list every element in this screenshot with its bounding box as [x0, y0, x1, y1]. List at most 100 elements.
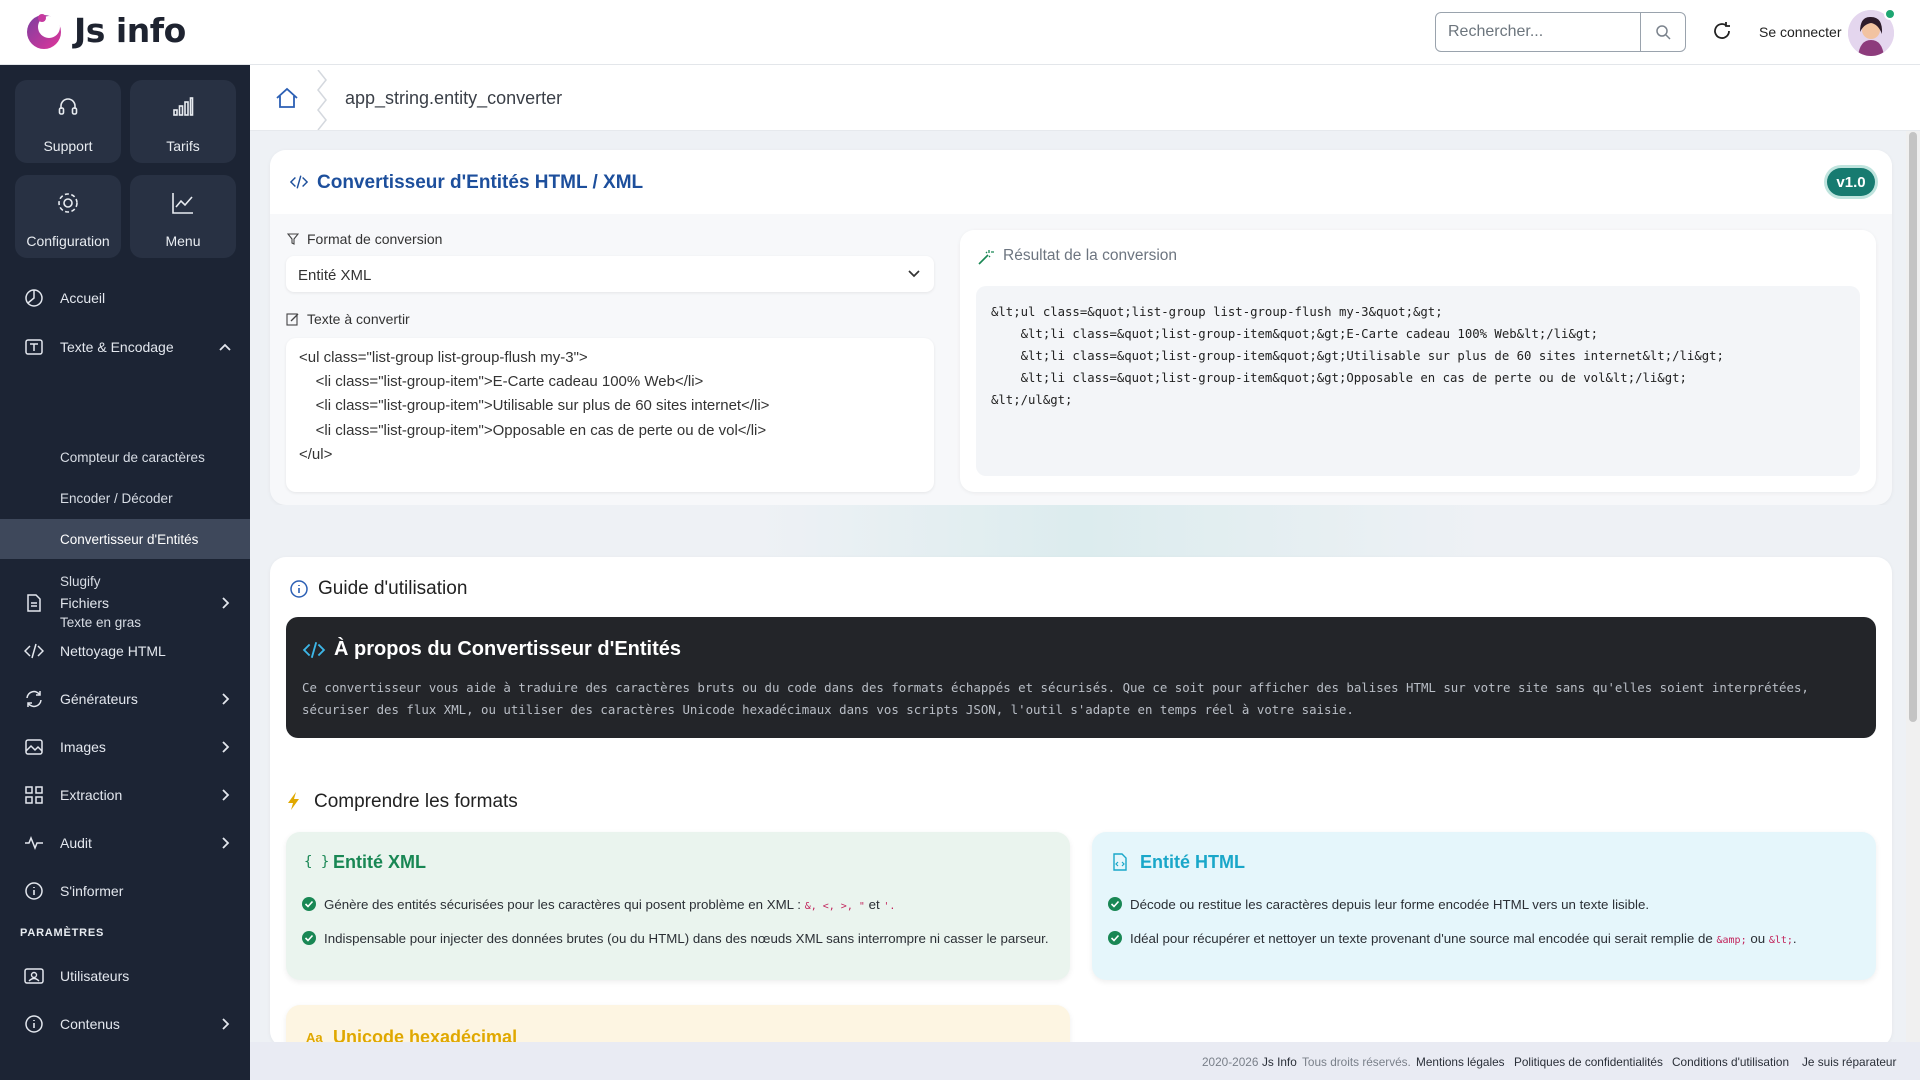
chevron-right-icon	[222, 837, 230, 849]
input-label: Texte à convertir	[307, 311, 410, 327]
online-status-indicator	[1884, 8, 1896, 20]
sidebar-subitem-encoder[interactable]: Encoder / Décoder	[0, 478, 250, 518]
sidebar-item-contenus[interactable]: Contenus	[0, 1004, 250, 1044]
xml-bullet-1: Génère des entités sécurisées pour les c…	[302, 897, 895, 912]
check-circle-icon	[1108, 931, 1122, 945]
footer-link-privacy[interactable]: Politiques de confidentialités	[1514, 1055, 1663, 1069]
sidebar-item-label: Accueil	[60, 290, 106, 306]
sidebar-item-label: Nettoyage HTML	[60, 643, 166, 659]
sidebar-item-label: Images	[60, 739, 106, 755]
inline-code: &amp;	[1716, 935, 1747, 946]
pulse-icon	[25, 835, 43, 851]
search-input[interactable]	[1436, 13, 1640, 51]
footer-link-terms[interactable]: Conditions d'utilisation	[1672, 1055, 1789, 1069]
sidebar-item-utilisateurs[interactable]: Utilisateurs	[0, 956, 250, 996]
filter-icon	[287, 233, 299, 245]
check-circle-icon	[302, 897, 316, 911]
login-link[interactable]: Se connecter	[1759, 24, 1842, 40]
sidebar-item-texte-encodage[interactable]: Texte & Encodage	[0, 327, 250, 367]
trend-chart-icon	[172, 193, 193, 214]
refresh-button[interactable]	[1710, 19, 1734, 48]
magic-wand-icon	[978, 250, 994, 265]
check-circle-icon	[1108, 897, 1122, 911]
sidebar-item-sinformer[interactable]: S'informer	[0, 871, 250, 911]
sidebar-item-audit[interactable]: Audit	[0, 823, 250, 863]
sidebar-item-label: Extraction	[60, 787, 123, 803]
result-label: Résultat de la conversion	[1003, 247, 1178, 264]
lightning-icon	[288, 792, 299, 810]
search-button[interactable]	[1640, 13, 1685, 51]
code-icon	[302, 642, 326, 658]
format-select[interactable]: Entité XML	[286, 256, 934, 292]
tile-tarifs[interactable]: Tarifs	[130, 80, 236, 163]
tile-support[interactable]: Support	[15, 80, 121, 163]
tile-menu[interactable]: Menu	[130, 175, 236, 258]
sidebar-item-extraction[interactable]: Extraction	[0, 775, 250, 815]
edit-icon	[286, 313, 299, 326]
footer: 2020-2026 Js Info Tous droits réservés. …	[250, 1042, 1920, 1080]
sidebar-item-label: Texte & Encodage	[60, 339, 174, 355]
chevron-right-icon	[222, 789, 230, 801]
grid-icon	[25, 786, 43, 804]
tile-label: Support	[43, 138, 93, 154]
footer-rights: Tous droits réservés.	[1302, 1055, 1411, 1069]
pie-chart-icon	[25, 289, 43, 307]
sidebar-item-label: S'informer	[60, 883, 124, 899]
home-icon[interactable]	[275, 87, 299, 109]
version-badge: v1.0	[1827, 168, 1875, 196]
inline-code: &lt;	[1768, 935, 1793, 946]
breadcrumb-current: app_string.entity_converter	[345, 88, 563, 108]
sidebar-item-label: Fichiers	[60, 595, 110, 611]
code-icon	[290, 175, 308, 189]
text-icon	[25, 339, 43, 355]
footer-brand[interactable]: Js Info	[1262, 1055, 1297, 1069]
input-textarea[interactable]: <ul class="list-group list-group-flush m…	[286, 338, 934, 492]
chevron-right-icon	[222, 741, 230, 753]
app-logo[interactable]: Js info	[22, 8, 186, 52]
gear-icon	[58, 193, 78, 213]
tile-label: Tarifs	[166, 138, 200, 154]
sidebar-item-generateurs[interactable]: Générateurs	[0, 679, 250, 719]
html-bullet-1: Décode ou restitue les caractères depuis…	[1108, 897, 1650, 912]
footer-link-mentions[interactable]: Mentions légales	[1416, 1055, 1505, 1069]
bullet-text: .	[1792, 931, 1797, 946]
sidebar-item-nettoyage-html[interactable]: Nettoyage HTML	[0, 631, 250, 671]
sidebar-item-accueil[interactable]: Accueil	[0, 278, 250, 318]
bullet-text: ou	[1750, 931, 1766, 946]
search-box	[1435, 12, 1686, 52]
braces-icon: { }	[304, 854, 330, 870]
decorative-band	[270, 505, 1892, 557]
chevron-up-icon	[219, 343, 231, 351]
sidebar-item-label: Contenus	[60, 1016, 120, 1032]
sidebar-subitem-compteur[interactable]: Compteur de caractères	[0, 437, 250, 477]
headset-icon	[58, 98, 78, 115]
info-icon	[25, 1015, 43, 1033]
check-circle-icon	[302, 931, 316, 945]
sidebar: Support Tarifs Configuration Menu Accuei…	[0, 65, 250, 1080]
breadcrumb-separator	[317, 70, 327, 130]
sidebar-item-fichiers[interactable]: Fichiers	[0, 583, 250, 623]
image-icon	[25, 739, 43, 755]
sidebar-item-images[interactable]: Images	[0, 727, 250, 767]
xml-bullet-2: Indispensable pour injecter des données …	[302, 931, 1049, 946]
footer-link-repairer[interactable]: Je suis réparateur	[1802, 1055, 1896, 1069]
html-format-title: Entité HTML	[1140, 852, 1245, 872]
info-icon	[290, 580, 308, 598]
bullet-text: et	[868, 897, 880, 912]
result-output[interactable]: &lt;ul class=&quot;list-group list-group…	[976, 286, 1860, 476]
sidebar-section-title: PARAMÈTRES	[20, 927, 105, 939]
refresh-icon	[1714, 22, 1730, 39]
search-icon	[1656, 25, 1671, 40]
bullet-text: Indispensable pour injecter des données …	[324, 931, 1049, 946]
scrollbar-thumb[interactable]	[1909, 132, 1917, 722]
tile-label: Menu	[165, 233, 201, 249]
footer-copyright: 2020-2026	[1202, 1055, 1259, 1069]
bullet-text: Décode ou restitue les caractères depuis…	[1130, 897, 1650, 912]
sidebar-subitem-convertisseur[interactable]: Convertisseur d'Entités	[0, 519, 250, 559]
tile-configuration[interactable]: Configuration	[15, 175, 121, 258]
chevron-down-icon	[908, 270, 920, 278]
inline-code: &, <, >, "	[804, 901, 865, 912]
bar-chart-icon	[173, 97, 194, 116]
formats-title: Comprendre les formats	[314, 791, 518, 812]
chevron-right-icon	[222, 597, 230, 609]
